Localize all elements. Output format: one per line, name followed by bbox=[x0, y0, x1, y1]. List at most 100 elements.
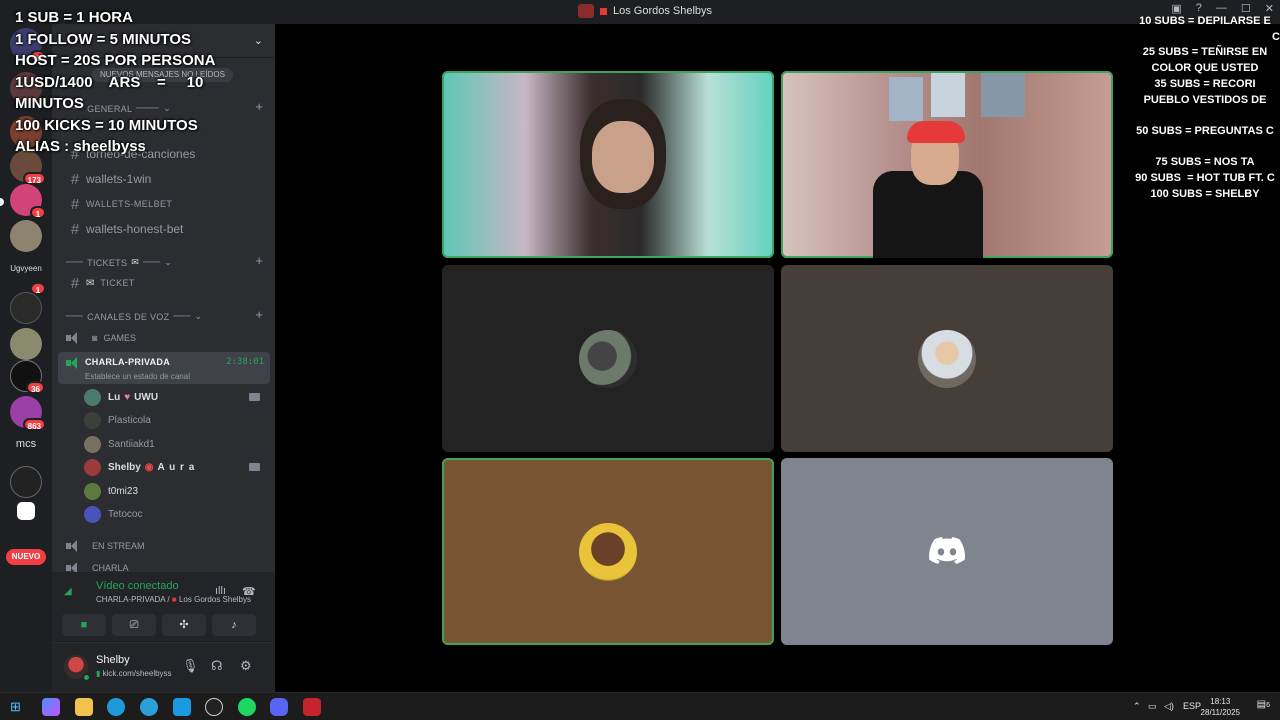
video-tile-tetococ[interactable] bbox=[781, 458, 1113, 645]
network-icon[interactable]: ▭ bbox=[1148, 701, 1157, 712]
voice-channel-en-stream[interactable]: EN STREAM bbox=[60, 539, 268, 553]
voice-member[interactable]: Plasticola bbox=[84, 410, 266, 430]
obs-icon[interactable] bbox=[205, 698, 223, 716]
edge-icon[interactable] bbox=[140, 698, 158, 716]
copilot-icon[interactable] bbox=[42, 698, 60, 716]
clock-date: 28/11/2025 bbox=[1200, 708, 1240, 717]
text-channel[interactable]: # wallets-1win bbox=[60, 168, 268, 190]
video-tile-santiiakd1[interactable] bbox=[781, 265, 1113, 452]
channel-status[interactable]: Establece un estado de canal bbox=[85, 372, 190, 381]
voice-channel-charla-privada[interactable]: CHARLA-PRIVADA 2:38:01 Establece un esta… bbox=[58, 352, 270, 384]
custom-status[interactable]: ▮ kick.com/sheelbyss bbox=[96, 669, 172, 678]
online-status-dot bbox=[82, 673, 91, 682]
participant-face bbox=[592, 121, 654, 193]
stream-overlay-goals: 10 SUBS = DEPILARSE E C 25 SUBS = TEÑIRS… bbox=[1130, 14, 1280, 202]
microphone-icon[interactable]: 🎙︎ bbox=[182, 658, 199, 674]
overlay-line: C bbox=[1272, 30, 1280, 43]
avatar bbox=[84, 411, 101, 429]
tray-chevron-icon[interactable]: ⌃ bbox=[1133, 701, 1141, 712]
app-icon[interactable] bbox=[303, 698, 321, 716]
video-tile-shelby[interactable] bbox=[781, 71, 1113, 258]
server-item[interactable]: 1 bbox=[10, 260, 46, 295]
overlay-line: 100 KICKS = 10 MINUTOS bbox=[15, 116, 198, 134]
server-item[interactable]: 36 bbox=[10, 360, 45, 394]
disconnect-icon[interactable]: ☎ bbox=[242, 585, 256, 598]
member-name: t0mi23 bbox=[108, 485, 139, 497]
avatar bbox=[84, 435, 101, 453]
overlay-line: 25 SUBS = TEÑIRSE EN bbox=[1142, 46, 1268, 59]
voice-status-title[interactable]: Vídeo conectado bbox=[96, 580, 179, 592]
new-server-pill[interactable]: NUEVO bbox=[6, 549, 46, 565]
text-channel[interactable]: # WALLETS-MELBET bbox=[60, 193, 268, 215]
server-item[interactable] bbox=[10, 220, 42, 252]
voice-channel-name: CHARLA-PRIVADA / bbox=[96, 595, 170, 604]
unread-badge: 36 bbox=[26, 381, 45, 394]
screen-share-button[interactable]: ⎚ bbox=[112, 614, 156, 636]
member-name: Lu bbox=[108, 391, 121, 403]
hash-icon: # bbox=[70, 274, 80, 292]
channel-label: wallets-honest-bet bbox=[86, 222, 184, 236]
red-hair bbox=[907, 121, 965, 143]
screen: Los Gordos Shelbys ▣ ? — ☐ ✕ 1 173 1 Ugv… bbox=[0, 0, 1280, 720]
video-tile-plasticola[interactable] bbox=[442, 265, 774, 452]
user-panel: Shelby ▮ kick.com/sheelbyss 🎙︎ ☊ ⚙ bbox=[52, 643, 275, 692]
overlay-line: MINUTOS bbox=[15, 95, 84, 112]
voice-member[interactable]: Tetococ bbox=[84, 504, 266, 524]
overlay-line: 1 FOLLOW = 5 MINUTOS bbox=[15, 30, 191, 48]
server-item[interactable] bbox=[10, 292, 42, 324]
text-channel[interactable]: # wallets-honest-bet bbox=[60, 218, 268, 240]
username[interactable]: Shelby bbox=[96, 654, 130, 666]
chrome-icon[interactable] bbox=[107, 698, 125, 716]
soundboard-button[interactable]: ♪ bbox=[212, 614, 256, 636]
discord-logo-icon bbox=[929, 537, 965, 564]
category-label: CANALES DE VOZ bbox=[87, 311, 170, 322]
server-item[interactable]: 1 bbox=[10, 184, 46, 219]
member-name: Tetococ bbox=[108, 508, 143, 520]
add-channel-icon[interactable]: + bbox=[255, 307, 263, 322]
speaker-icon bbox=[66, 540, 82, 552]
language-indicator[interactable]: ESP bbox=[1183, 701, 1201, 711]
signal-icon[interactable]: ◢ bbox=[64, 586, 82, 604]
headphones-icon[interactable]: ☊ bbox=[211, 658, 223, 674]
server-item[interactable] bbox=[17, 502, 35, 520]
noise-suppression-icon[interactable]: ıllı bbox=[215, 585, 226, 597]
hash-icon: # bbox=[70, 220, 80, 238]
gamepad-icon: ◙ bbox=[92, 333, 98, 343]
voice-location[interactable]: CHARLA-PRIVADA / ■ Los Gordos Shelbys bbox=[96, 595, 251, 604]
server-item[interactable] bbox=[10, 328, 42, 360]
ticket-channel[interactable]: # ✉ TICKET bbox=[60, 272, 268, 294]
window-title: Los Gordos Shelbys bbox=[578, 4, 712, 18]
unread-indicator bbox=[0, 198, 4, 206]
avatar bbox=[84, 505, 101, 523]
hash-icon: # bbox=[70, 195, 80, 213]
envelope-icon: ✉ bbox=[86, 277, 95, 289]
voice-member[interactable]: Santiiakd1 bbox=[84, 434, 266, 454]
windows-start-icon[interactable]: ⊞ bbox=[10, 699, 21, 715]
voice-member[interactable]: Shelby ◉ A u r a bbox=[84, 457, 266, 477]
video-tile-t0mi23[interactable] bbox=[442, 458, 774, 645]
activities-button[interactable]: ✣ bbox=[162, 614, 206, 636]
server-label[interactable]: mcs bbox=[6, 438, 46, 450]
volume-icon[interactable]: ◁) bbox=[1164, 701, 1174, 712]
add-channel-icon[interactable]: + bbox=[255, 99, 263, 114]
category-tickets[interactable]: ━━━ TICKETS ✉ ━━━ ⌄ bbox=[66, 257, 172, 268]
category-voice[interactable]: ━━━ CANALES DE VOZ ━━━ ⌄ bbox=[66, 311, 202, 322]
voice-member[interactable]: t0mi23 bbox=[84, 481, 266, 501]
server-item[interactable]: 863 bbox=[10, 396, 46, 431]
clock[interactable]: 18:13 28/11/2025 bbox=[1201, 696, 1240, 718]
overlay-line: 35 SUBS = RECORI bbox=[1154, 77, 1256, 90]
app-icon[interactable] bbox=[173, 698, 191, 716]
file-explorer-icon[interactable] bbox=[75, 698, 93, 716]
add-channel-icon[interactable]: + bbox=[255, 253, 263, 268]
voice-member[interactable]: Lu ♥ UWU bbox=[84, 387, 266, 407]
server-item[interactable] bbox=[10, 466, 42, 498]
custom-status-text: kick.com/sheelbyss bbox=[102, 669, 172, 678]
camera-button[interactable]: ■ bbox=[62, 614, 106, 636]
spotify-icon[interactable] bbox=[238, 698, 256, 716]
discord-icon[interactable] bbox=[270, 698, 288, 716]
stream-overlay-rules: 1 SUB = 1 HORA 1 FOLLOW = 5 MINUTOS HOST… bbox=[15, 7, 240, 158]
gear-icon[interactable]: ⚙ bbox=[240, 658, 252, 674]
voice-channel-games[interactable]: ◙ GAMES bbox=[60, 331, 268, 345]
notifications-icon[interactable]: ▤6 bbox=[1257, 699, 1270, 710]
video-tile-lu[interactable] bbox=[442, 71, 774, 258]
